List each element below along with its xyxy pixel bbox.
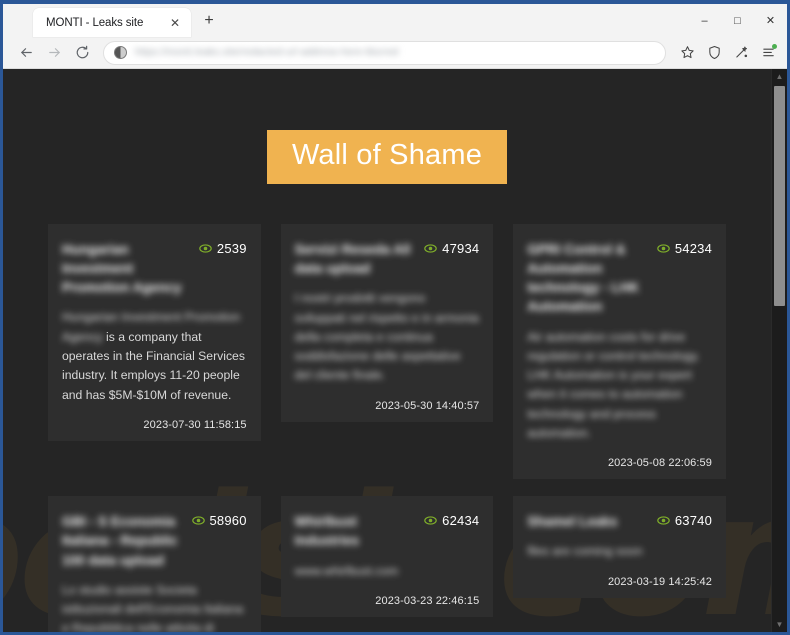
card-description: Hungarian Investment Promotion Agency is… <box>62 308 247 404</box>
card-title: Shamel Leaks <box>527 514 618 530</box>
victim-card[interactable]: GBI - S Economia Italiana - Republic 100… <box>48 496 261 632</box>
update-badge-dot <box>772 43 777 49</box>
card-description: files are coming soon <box>527 544 643 559</box>
view-count-value: 62434 <box>442 513 480 529</box>
card-header: Hungarian Investment Promotion Agency 25… <box>62 240 247 297</box>
toolbar-icons <box>674 40 781 66</box>
card-timestamp: 2023-07-30 11:58:15 <box>143 418 247 431</box>
page-viewport: pcrisk.com Wall of Shame Hungarian Inves… <box>3 69 787 632</box>
page-header: Wall of Shame <box>3 69 771 184</box>
shield-icon[interactable] <box>701 40 727 66</box>
card-header: GBI - S Economia Italiana - Republic 100… <box>62 512 247 569</box>
card-timestamp: 2023-03-23 22:46:15 <box>375 594 480 607</box>
url-text: https://monti.leaks.site/redacted-url-ad… <box>135 46 399 58</box>
view-count: 47934 <box>424 240 479 256</box>
close-window-button[interactable]: ✕ <box>754 4 787 37</box>
view-count-value: 63740 <box>674 513 712 529</box>
browser-toolbar: https://monti.leaks.site/redacted-url-ad… <box>3 37 787 69</box>
favorite-star-icon[interactable] <box>674 40 700 66</box>
view-count-value: 2539 <box>216 241 247 256</box>
victim-card[interactable]: Hungarian Investment Promotion Agency 25… <box>48 224 261 441</box>
card-timestamp: 2023-05-08 22:06:59 <box>607 457 712 470</box>
tab-title: MONTI - Leaks site <box>46 16 144 29</box>
card-header: GPRI Control & Automation technology - L… <box>527 240 712 317</box>
eye-icon <box>199 244 212 253</box>
card-title: Whirlbust Industries <box>294 514 360 549</box>
eye-icon <box>424 516 437 525</box>
card-title: GBI - S Economia Italiana - Republic 100… <box>62 514 178 568</box>
eye-icon <box>191 516 205 525</box>
browser-tab[interactable]: MONTI - Leaks site ✕ <box>33 8 191 37</box>
eye-icon <box>657 516 670 525</box>
scrollbar-track[interactable] <box>772 84 787 617</box>
minimize-button[interactable]: – <box>688 4 721 37</box>
card-title: Hungarian Investment Promotion Agency <box>62 242 182 296</box>
scroll-down-arrow-icon[interactable]: ▼ <box>772 617 788 632</box>
site-info-icon[interactable] <box>114 46 127 59</box>
view-count-value: 54234 <box>674 241 712 256</box>
settings-menu-icon[interactable] <box>755 40 781 66</box>
card-description: Air automation costs for drive regulatio… <box>527 329 700 440</box>
view-count: 2539 <box>199 240 247 256</box>
window-controls: – □ ✕ <box>688 4 787 37</box>
scrollbar-thumb[interactable] <box>774 86 785 306</box>
view-count: 63740 <box>657 512 712 528</box>
view-count: 54234 <box>657 240 712 256</box>
card-timestamp: 2023-05-30 14:40:57 <box>375 399 480 412</box>
victim-card[interactable]: Shamel Leaks 63740 files are coming soon… <box>513 496 726 598</box>
card-header: Servizi Reseda All data upload 47934 <box>295 240 480 278</box>
victim-card[interactable]: Servizi Reseda All data upload 47934 I n… <box>280 224 494 422</box>
tab-strip: MONTI - Leaks site ✕ + <box>3 4 223 37</box>
eye-icon <box>657 244 670 253</box>
victim-card[interactable]: Whirlbust Industries 62434 www.whirlbust… <box>280 496 494 617</box>
view-count: 58960 <box>191 512 247 529</box>
forward-arrow-icon[interactable] <box>41 40 67 66</box>
browser-titlebar: MONTI - Leaks site ✕ + – □ ✕ <box>3 4 787 37</box>
page-title: Wall of Shame <box>266 130 508 184</box>
card-header: Shamel Leaks 63740 <box>527 512 712 531</box>
view-count-value: 47934 <box>442 241 480 256</box>
view-count-value: 58960 <box>209 513 247 529</box>
leaks-site-page: pcrisk.com Wall of Shame Hungarian Inves… <box>3 69 771 632</box>
card-title: Servizi Reseda All data upload <box>294 242 411 277</box>
card-description: Lo studio assiste Societa istituzionali … <box>62 582 244 632</box>
back-arrow-icon[interactable] <box>13 40 39 66</box>
victim-cards-grid: Hungarian Investment Promotion Agency 25… <box>3 224 771 632</box>
card-timestamp: 2023-03-19 14:25:42 <box>607 575 712 588</box>
scroll-up-arrow-icon[interactable]: ▲ <box>772 69 788 84</box>
victim-card[interactable]: GPRI Control & Automation technology - L… <box>513 224 726 480</box>
address-bar[interactable]: https://monti.leaks.site/redacted-url-ad… <box>103 40 666 65</box>
card-title: GPRI Control & Automation technology - L… <box>527 242 640 315</box>
maximize-button[interactable]: □ <box>721 4 754 37</box>
browser-window: MONTI - Leaks site ✕ + – □ ✕ https://mon… <box>0 0 790 635</box>
view-count: 62434 <box>424 512 479 528</box>
card-description: www.whirlbust.com <box>294 563 399 578</box>
reload-icon[interactable] <box>69 40 95 66</box>
close-tab-icon[interactable]: ✕ <box>167 15 183 31</box>
card-header: Whirlbust Industries 62434 <box>295 512 480 550</box>
new-tab-button[interactable]: + <box>195 7 223 35</box>
eye-icon <box>424 244 437 253</box>
page-scrollbar[interactable]: ▲ ▼ <box>771 69 787 632</box>
card-description: I nostri prodotti vengono sviluppati nel… <box>294 291 479 383</box>
collections-icon[interactable] <box>728 40 754 66</box>
